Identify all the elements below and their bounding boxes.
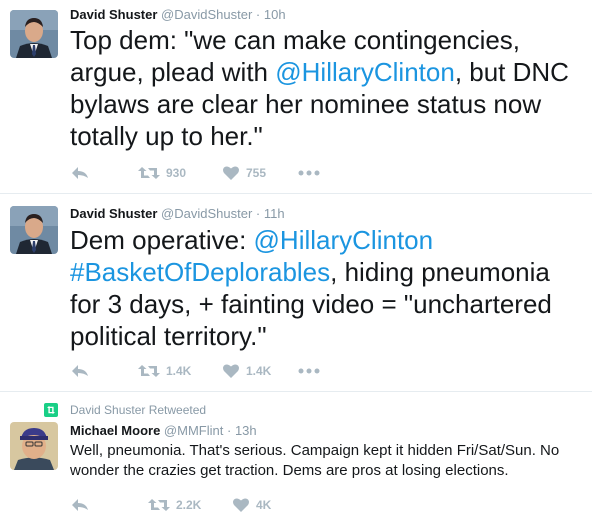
retweet-icon: [148, 499, 170, 511]
hashtag-link[interactable]: #BasketOfDeplorables: [70, 257, 330, 287]
retweet-context-label[interactable]: David Shuster Retweeted: [70, 403, 206, 417]
avatar[interactable]: [10, 206, 58, 254]
retweet-count: 2.2K: [176, 498, 202, 512]
tweet-header: Michael Moore @MMFlint · 13h: [70, 423, 257, 439]
retweet-button[interactable]: 930: [138, 165, 222, 181]
retweet-button[interactable]: 2.2K: [148, 497, 232, 513]
like-button[interactable]: 4K: [232, 497, 308, 513]
like-icon: [223, 364, 239, 378]
author-name[interactable]: Michael Moore: [70, 423, 160, 438]
tweet-header: David Shuster @DavidShuster · 10h: [70, 7, 286, 23]
retweet-context: David Shuster Retweeted: [44, 403, 206, 417]
like-count: 1.4K: [246, 364, 272, 378]
avatar[interactable]: [10, 10, 58, 58]
timestamp[interactable]: 11h: [264, 206, 285, 221]
more-button[interactable]: [298, 170, 320, 176]
more-icon: [298, 368, 320, 374]
mention-link[interactable]: @HillaryClinton: [254, 225, 434, 255]
more-icon: [298, 170, 320, 176]
tweet-actions: 1.4K 1.4K: [70, 361, 320, 381]
separator: ·: [226, 423, 232, 438]
retweet-icon: [138, 365, 160, 377]
timestamp[interactable]: 10h: [264, 7, 286, 22]
like-icon: [223, 166, 239, 180]
tweet-text: Dem operative: @HillaryClinton #BasketOf…: [70, 224, 585, 352]
more-button[interactable]: [298, 368, 320, 374]
reply-button[interactable]: [70, 363, 138, 379]
like-button[interactable]: 1.4K: [222, 363, 298, 379]
author-handle[interactable]: @MMFlint: [164, 423, 223, 438]
retweet-button[interactable]: 1.4K: [138, 363, 222, 379]
avatar[interactable]: [10, 422, 58, 470]
retweet-count: 1.4K: [166, 364, 192, 378]
tweet-actions: 930 755: [70, 163, 320, 183]
like-count: 755: [246, 166, 267, 180]
retweet-count: 930: [166, 166, 187, 180]
retweet-badge-icon: [44, 403, 58, 417]
reply-button[interactable]: [70, 165, 138, 181]
tweet-timeline: David Shuster @DavidShuster · 10h Top de…: [0, 0, 592, 528]
tweet[interactable]: David Shuster @DavidShuster · 10h Top de…: [0, 0, 592, 194]
reply-button[interactable]: [70, 497, 148, 513]
separator: ·: [255, 7, 261, 22]
tweet[interactable]: David Shuster Retweeted Michael Moore @M…: [0, 392, 592, 528]
author-handle[interactable]: @DavidShuster: [161, 206, 252, 221]
author-name[interactable]: David Shuster: [70, 206, 157, 221]
reply-icon: [72, 365, 88, 377]
separator: ·: [255, 206, 261, 221]
text-segment: Dem operative:: [70, 225, 254, 255]
tweet-actions: 2.2K 4K: [70, 495, 308, 515]
tweet-header: David Shuster @DavidShuster · 11h: [70, 206, 285, 222]
mention-link[interactable]: @HillaryClinton: [275, 57, 455, 87]
like-icon: [233, 498, 249, 512]
author-name[interactable]: David Shuster: [70, 7, 157, 22]
tweet-text: Top dem: "we can make contingencies, arg…: [70, 24, 585, 152]
tweet[interactable]: David Shuster @DavidShuster · 11h Dem op…: [0, 194, 592, 392]
like-button[interactable]: 755: [222, 165, 298, 181]
author-handle[interactable]: @DavidShuster: [161, 7, 252, 22]
tweet-text: Well, pneumonia. That's serious. Campaig…: [70, 442, 560, 479]
reply-icon: [72, 167, 88, 179]
timestamp[interactable]: 13h: [235, 423, 257, 438]
retweet-icon: [138, 167, 160, 179]
like-count: 4K: [256, 498, 272, 512]
reply-icon: [72, 499, 88, 511]
